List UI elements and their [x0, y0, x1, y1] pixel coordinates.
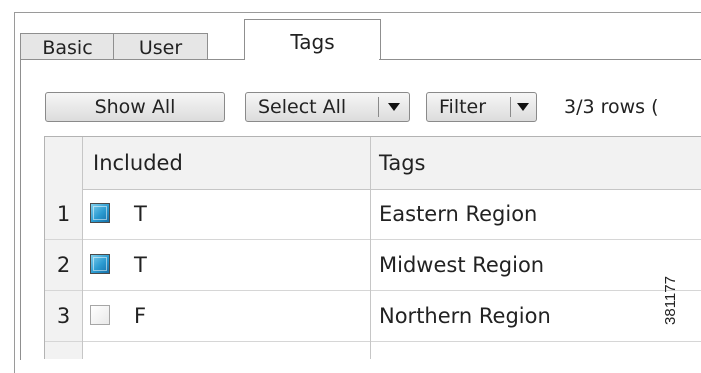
table-row[interactable]: 3 F Northern Region [45, 291, 701, 342]
chevron-down-icon[interactable] [517, 103, 529, 111]
split-separator [510, 97, 511, 117]
column-divider [82, 137, 83, 359]
table-row-empty [45, 342, 701, 359]
tag-name: Northern Region [379, 304, 551, 328]
tag-name: Eastern Region [379, 202, 538, 226]
select-all-split-button[interactable]: Select All [245, 92, 410, 122]
tag-name: Midwest Region [379, 253, 545, 277]
row-number [45, 342, 82, 359]
included-value: F [134, 304, 147, 328]
tab-tags[interactable]: Tags [244, 19, 381, 62]
included-checkbox[interactable] [90, 203, 110, 223]
figure-id-text: 381177 [661, 276, 679, 325]
filter-label: Filter [439, 96, 487, 118]
figure-id: 381177 [662, 262, 696, 342]
row-number: 1 [45, 189, 82, 239]
included-value: T [134, 253, 147, 277]
select-all-label: Select All [258, 96, 347, 118]
included-value: T [134, 202, 147, 226]
tab-basic[interactable]: Basic [20, 33, 114, 62]
tags-table: Included Tags 1 T Eastern Region 2 T Mid… [44, 136, 701, 359]
filter-split-button[interactable]: Filter [426, 92, 537, 122]
row-count-status: 3/3 rows ( [564, 96, 659, 118]
row-number: 2 [45, 240, 82, 290]
included-checkbox[interactable] [90, 305, 110, 325]
table-row[interactable]: 2 T Midwest Region [45, 240, 701, 291]
included-checkbox[interactable] [90, 254, 110, 274]
row-number: 3 [45, 291, 82, 341]
split-separator [378, 97, 379, 117]
column-header-included[interactable]: Included [93, 137, 183, 189]
column-divider[interactable] [370, 137, 371, 359]
show-all-button[interactable]: Show All [45, 92, 225, 122]
column-header-tags[interactable]: Tags [379, 137, 426, 189]
table-row[interactable]: 1 T Eastern Region [45, 189, 701, 240]
chevron-down-icon[interactable] [388, 103, 400, 111]
table-header: Included Tags [45, 137, 701, 190]
tab-user[interactable]: User [113, 33, 208, 62]
